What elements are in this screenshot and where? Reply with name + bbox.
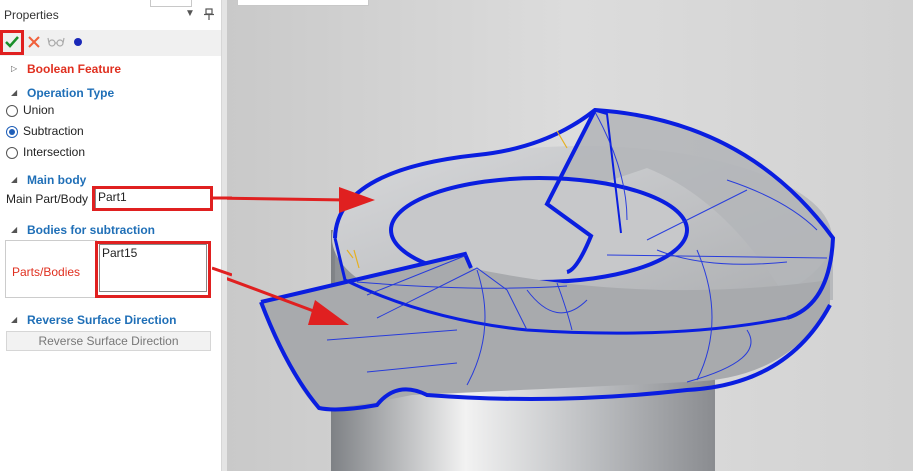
main-part-label: Main Part/Body (6, 192, 89, 206)
section-label: Boolean Feature (27, 62, 122, 76)
arrow-main-part-line (227, 196, 348, 202)
radio-circle-selected[interactable] (6, 126, 18, 138)
properties-panel: Properties ▼ ▷ Boolean Feature ◢ Operati… (0, 0, 221, 471)
radio-union[interactable]: Union (6, 103, 206, 119)
reverse-surface-direction-button[interactable]: Reverse Surface Direction (6, 331, 211, 351)
panel-title: Properties (4, 8, 59, 22)
collapse-triangle-icon[interactable]: ◢ (11, 88, 17, 97)
arrow-tails (212, 196, 232, 277)
radio-circle[interactable] (6, 105, 18, 117)
radio-label: Union (23, 103, 55, 117)
section-label: Main body (27, 173, 87, 187)
dot-button[interactable] (68, 32, 88, 52)
section-label: Reverse Surface Direction (27, 313, 177, 327)
collapse-triangle-icon[interactable]: ◢ (11, 175, 17, 184)
arrow-tail-parts (212, 266, 232, 277)
close-icon (28, 36, 40, 48)
parts-bodies-label-cell: Parts/Bodies (5, 240, 97, 298)
parts-bodies-label: Parts/Bodies (12, 265, 81, 279)
chevron-down-icon[interactable]: ▼ (185, 8, 195, 19)
section-reverse-surface-direction[interactable]: ◢ Reverse Surface Direction (0, 312, 221, 330)
collapse-triangle-icon[interactable]: ◢ (11, 225, 17, 234)
radio-circle[interactable] (6, 147, 18, 159)
section-label: Bodies for subtraction (27, 223, 156, 237)
section-label: Operation Type (27, 86, 115, 100)
cancel-button[interactable] (24, 32, 44, 52)
collapse-triangle-icon[interactable]: ◢ (11, 315, 17, 324)
expand-triangle-icon[interactable]: ▷ (11, 64, 17, 73)
3d-viewport[interactable] (227, 0, 913, 471)
panel-toolbar (0, 30, 221, 56)
radio-label: Intersection (23, 145, 86, 159)
main-part-highlight-box (92, 186, 213, 211)
ok-highlight-box (0, 30, 24, 55)
radio-label: Subtraction (23, 124, 84, 138)
preview-button[interactable] (46, 32, 66, 52)
preview-glasses-icon (47, 37, 65, 47)
dot-icon (74, 38, 82, 46)
arrow-parts-head (308, 300, 349, 325)
arrow-parts-line (227, 277, 328, 318)
parts-bodies-highlight-box (95, 241, 211, 298)
section-boolean-feature[interactable]: ▷ Boolean Feature (0, 61, 221, 79)
arrow-main-part-head (339, 187, 375, 213)
radio-subtraction[interactable]: Subtraction (6, 124, 206, 140)
radio-intersection[interactable]: Intersection (6, 145, 206, 161)
annotation-arrows (227, 187, 375, 325)
section-bodies-for-subtraction[interactable]: ◢ Bodies for subtraction (0, 222, 221, 240)
panel-titlebar: Properties ▼ (0, 6, 221, 24)
section-operation-type[interactable]: ◢ Operation Type (0, 85, 221, 103)
